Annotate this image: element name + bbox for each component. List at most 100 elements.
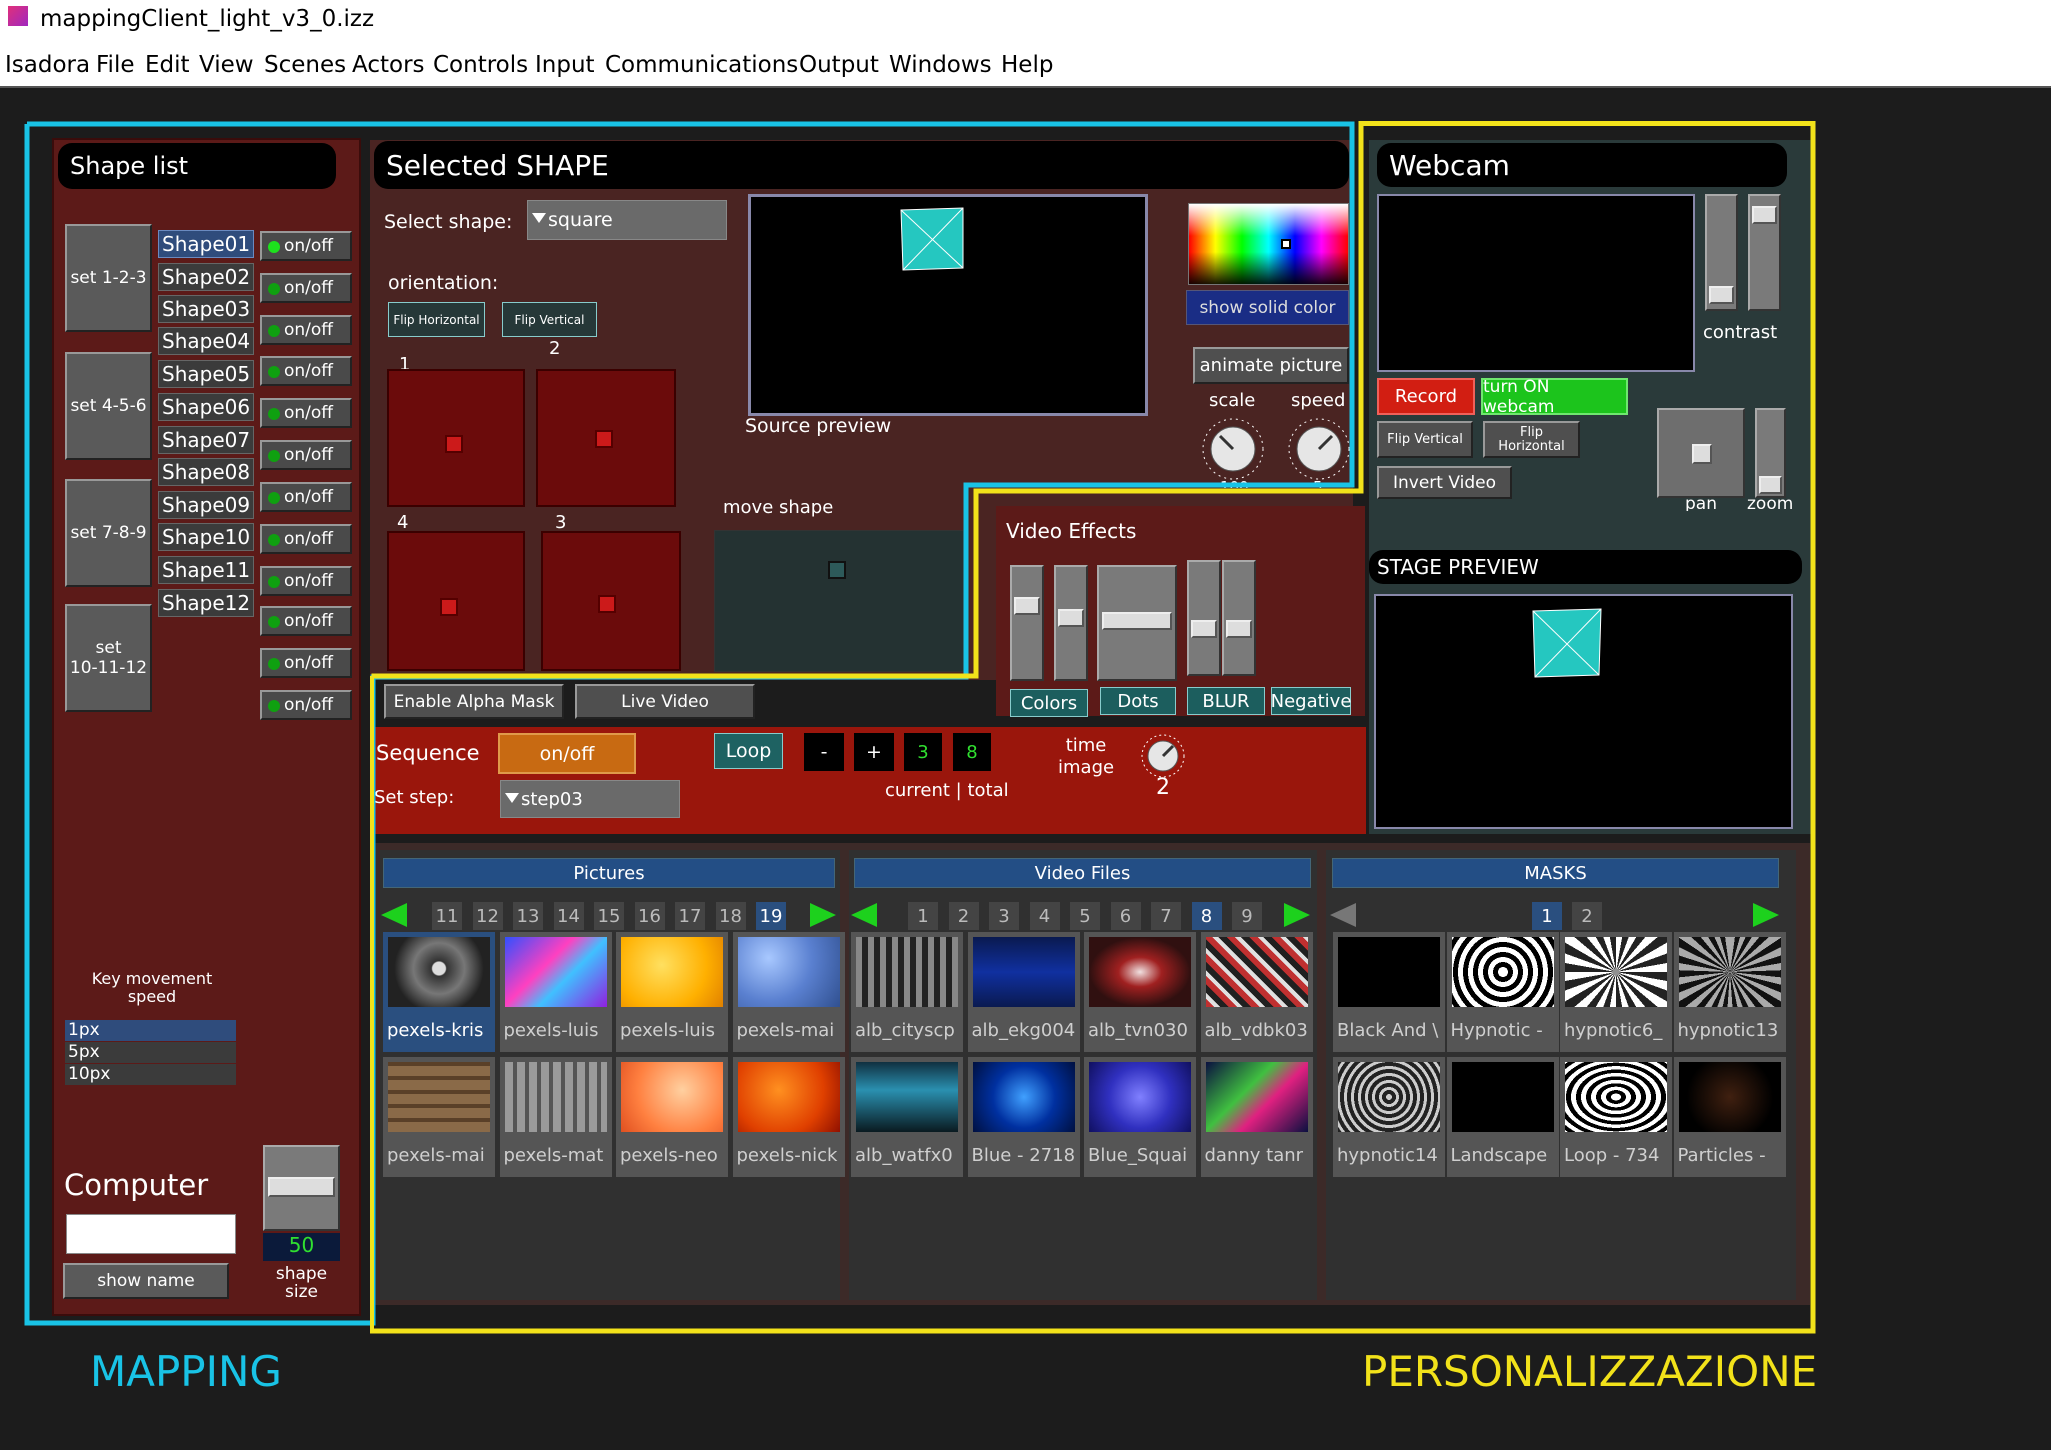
shape-toggle[interactable]: on/off bbox=[260, 482, 352, 512]
blur-slider-2-handle[interactable] bbox=[1226, 620, 1252, 638]
media-thumbnail[interactable]: pexels-neo bbox=[616, 1057, 728, 1177]
pictures-next-arrow-icon[interactable] bbox=[810, 903, 836, 927]
shape-toggle[interactable]: on/off bbox=[260, 273, 352, 303]
color-slider-2[interactable] bbox=[1054, 565, 1088, 681]
page-button[interactable]: 16 bbox=[634, 902, 665, 930]
set-4-5-6-button[interactable]: set 4-5-6 bbox=[65, 352, 152, 460]
scale-knob[interactable] bbox=[1200, 416, 1266, 482]
menu-view[interactable]: View bbox=[199, 52, 254, 78]
shape-toggle[interactable]: on/off bbox=[260, 398, 352, 428]
page-button[interactable]: 8 bbox=[1191, 902, 1222, 930]
media-thumbnail[interactable]: Blue_Squai bbox=[1084, 1057, 1196, 1177]
corner-handle-3[interactable] bbox=[598, 595, 616, 613]
media-thumbnail[interactable]: Loop - 734 bbox=[1560, 1057, 1672, 1177]
zoom-slider-handle[interactable] bbox=[1759, 476, 1782, 494]
shape-toggle[interactable]: on/off bbox=[260, 231, 352, 261]
color-slider-1[interactable] bbox=[1010, 565, 1044, 681]
zoom-slider[interactable] bbox=[1755, 408, 1786, 498]
computer-name-field[interactable] bbox=[66, 1214, 236, 1254]
media-thumbnail[interactable]: alb_vdbk03 bbox=[1200, 932, 1313, 1052]
shape-name-item[interactable]: Shape12 bbox=[158, 589, 254, 617]
page-button[interactable]: 11 bbox=[432, 902, 462, 930]
colors-button[interactable]: Colors bbox=[1010, 689, 1088, 717]
loop-button[interactable]: Loop bbox=[714, 733, 783, 769]
color-slider-1-handle[interactable] bbox=[1014, 597, 1040, 615]
select-shape-dropdown[interactable]: square bbox=[527, 200, 727, 240]
page-button[interactable]: 17 bbox=[675, 902, 705, 930]
shape-name-item[interactable]: Shape09 bbox=[158, 491, 254, 519]
page-button[interactable]: 1 bbox=[1532, 902, 1562, 930]
shape-name-item[interactable]: Shape01 bbox=[158, 230, 254, 258]
shape-toggle[interactable]: on/off bbox=[260, 606, 352, 636]
sequence-onoff-button[interactable]: on/off bbox=[498, 733, 636, 774]
shape-name-item[interactable]: Shape02 bbox=[158, 263, 254, 291]
page-button[interactable]: 7 bbox=[1151, 902, 1181, 930]
shape-size-slider-handle[interactable] bbox=[268, 1177, 335, 1197]
blur-slider-1-handle[interactable] bbox=[1191, 620, 1217, 638]
media-thumbnail[interactable]: pexels-luis bbox=[499, 932, 612, 1052]
media-thumbnail[interactable]: Hypnotic - bbox=[1446, 932, 1559, 1052]
set-step-dropdown[interactable]: step03 bbox=[500, 780, 680, 818]
show-name-button[interactable]: show name bbox=[63, 1263, 229, 1299]
page-button[interactable]: 6 bbox=[1110, 902, 1141, 930]
page-button[interactable]: 2 bbox=[1572, 902, 1602, 930]
menu-file[interactable]: File bbox=[96, 52, 135, 78]
shape-size-slider[interactable] bbox=[263, 1145, 340, 1231]
shape-toggle[interactable]: on/off bbox=[260, 356, 352, 386]
media-thumbnail[interactable]: hypnotic13 bbox=[1673, 932, 1786, 1052]
webcam-flip-vertical-button[interactable]: Flip Vertical bbox=[1377, 421, 1473, 458]
invert-video-button[interactable]: Invert Video bbox=[1377, 466, 1512, 499]
masks-next-arrow-icon[interactable] bbox=[1753, 903, 1779, 927]
menu-help[interactable]: Help bbox=[1001, 52, 1053, 78]
menu-output[interactable]: Output bbox=[799, 52, 879, 78]
pictures-prev-arrow-icon[interactable] bbox=[381, 903, 407, 927]
media-thumbnail[interactable]: alb_ekg004 bbox=[967, 932, 1080, 1052]
shape-toggle[interactable]: on/off bbox=[260, 315, 352, 345]
set-7-8-9-button[interactable]: set 7-8-9 bbox=[65, 479, 152, 587]
menu-controls[interactable]: Controls bbox=[433, 52, 528, 78]
media-thumbnail[interactable]: hypnotic14 bbox=[1333, 1057, 1445, 1177]
time-image-knob[interactable] bbox=[1140, 733, 1186, 779]
record-button[interactable]: Record bbox=[1377, 378, 1475, 415]
flip-horizontal-button[interactable]: Flip Horizontal bbox=[388, 302, 485, 337]
page-button[interactable]: 18 bbox=[715, 902, 746, 930]
plus-button[interactable]: + bbox=[854, 733, 894, 771]
shape-name-item[interactable]: Shape06 bbox=[158, 393, 254, 421]
move-shape-handle[interactable] bbox=[828, 561, 846, 579]
set-1-2-3-button[interactable]: set 1-2-3 bbox=[65, 224, 152, 332]
shape-name-item[interactable]: Shape05 bbox=[158, 360, 254, 388]
shape-name-item[interactable]: Shape07 bbox=[158, 426, 254, 454]
set-10-11-12-button[interactable]: set 10-11-12 bbox=[65, 604, 152, 712]
media-thumbnail[interactable]: pexels-luis bbox=[616, 932, 728, 1052]
dots-slider[interactable] bbox=[1097, 565, 1177, 681]
animate-picture-button[interactable]: animate picture bbox=[1193, 347, 1349, 384]
page-button[interactable]: 4 bbox=[1029, 902, 1060, 930]
enable-alpha-mask-button[interactable]: Enable Alpha Mask bbox=[384, 684, 564, 719]
page-button[interactable]: 19 bbox=[756, 902, 786, 930]
minus-button[interactable]: - bbox=[804, 733, 844, 771]
blur-button[interactable]: BLUR bbox=[1187, 687, 1265, 715]
shape-toggle[interactable]: on/off bbox=[260, 524, 352, 554]
masks-prev-arrow-icon[interactable] bbox=[1330, 903, 1356, 927]
pan-pad-handle[interactable] bbox=[1692, 444, 1712, 464]
page-button[interactable]: 1 bbox=[908, 902, 938, 930]
shape-name-item[interactable]: Shape10 bbox=[158, 523, 254, 551]
shape-toggle[interactable]: on/off bbox=[260, 440, 352, 470]
page-button[interactable]: 15 bbox=[594, 902, 624, 930]
dots-slider-handle[interactable] bbox=[1102, 612, 1172, 630]
media-thumbnail[interactable]: danny tanr bbox=[1200, 1057, 1313, 1177]
media-thumbnail[interactable]: Black And \ bbox=[1333, 932, 1445, 1052]
corner-handle-4[interactable] bbox=[440, 598, 458, 616]
contrast-slider-2-handle[interactable] bbox=[1752, 206, 1777, 224]
contrast-slider-1[interactable] bbox=[1705, 194, 1738, 311]
shape-toggle[interactable]: on/off bbox=[260, 690, 352, 720]
dots-button[interactable]: Dots bbox=[1100, 687, 1176, 715]
corner-handle-2[interactable] bbox=[595, 430, 613, 448]
negative-button[interactable]: Negative bbox=[1271, 687, 1351, 715]
shape-name-item[interactable]: Shape03 bbox=[158, 295, 254, 323]
menu-communications[interactable]: Communications bbox=[605, 52, 798, 78]
page-button[interactable]: 5 bbox=[1070, 902, 1100, 930]
page-button[interactable]: 14 bbox=[553, 902, 584, 930]
page-button[interactable]: 12 bbox=[472, 902, 503, 930]
page-button[interactable]: 13 bbox=[513, 902, 543, 930]
